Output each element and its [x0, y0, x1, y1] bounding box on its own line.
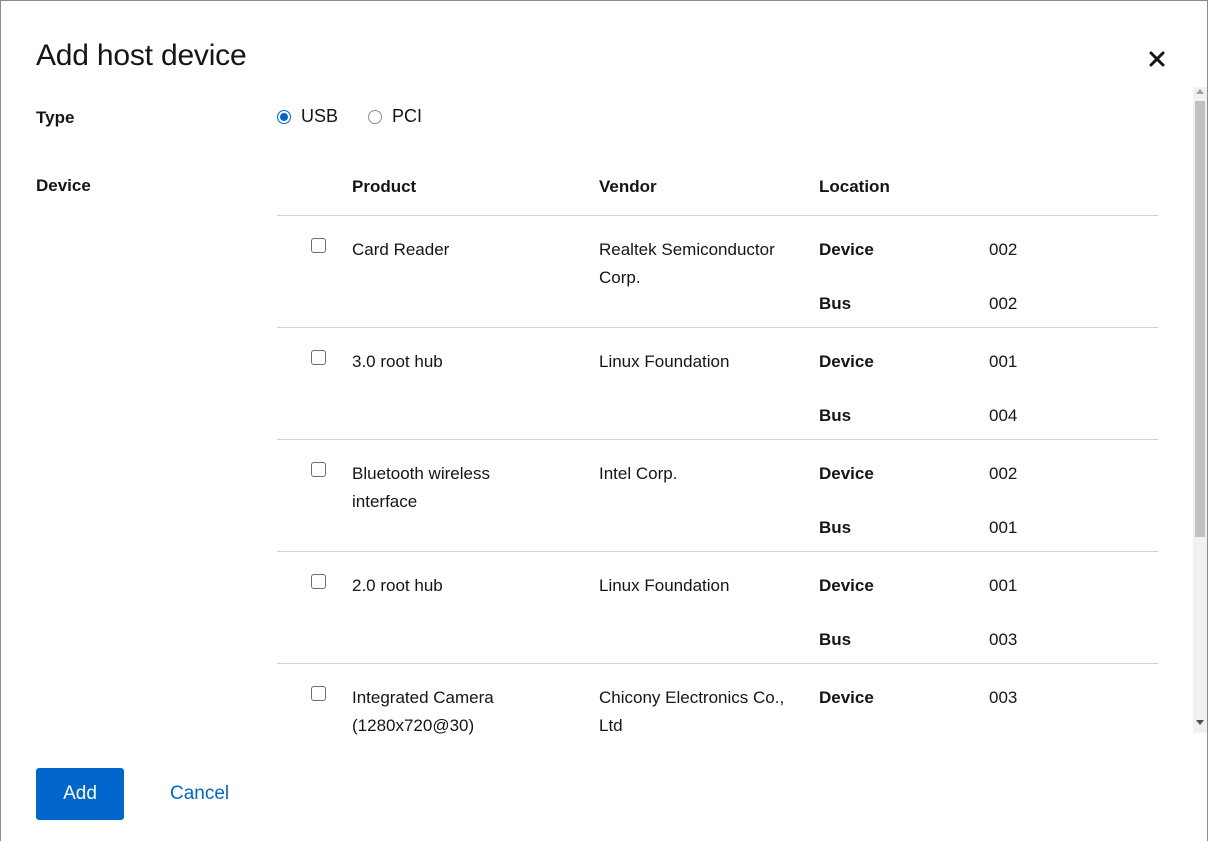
radio-usb[interactable]: USB: [277, 106, 338, 127]
location-device-value: 003: [989, 688, 1018, 707]
table-row: 3.0 root hub Linux Foundation Device 001…: [277, 328, 1158, 440]
vendor-cell: Linux Foundation: [599, 352, 730, 371]
row-checkbox[interactable]: [311, 574, 326, 589]
product-cell: Integrated Camera (1280x720@30): [352, 688, 494, 735]
location-device-value: 001: [989, 576, 1018, 595]
cancel-button[interactable]: Cancel: [151, 768, 248, 820]
modal-title: Add host device: [36, 39, 247, 72]
scroll-down-arrow-icon[interactable]: [1196, 720, 1204, 725]
column-header-location: Location: [819, 177, 890, 196]
location-bus-value: 002: [989, 294, 1018, 313]
location-bus-label: Bus: [819, 518, 852, 537]
add-host-device-modal: Add host device Type USB PCI Device Prod…: [0, 0, 1208, 841]
location-device-label: Device: [819, 240, 874, 259]
table-row: Card Reader Realtek Semiconductor Corp. …: [277, 216, 1158, 328]
product-cell: 2.0 root hub: [352, 576, 443, 595]
location-bus-label: Bus: [819, 294, 852, 313]
device-table: Product Vendor Location Card Reader Real…: [277, 172, 1158, 737]
column-header-product: Product: [352, 177, 417, 196]
vendor-cell: Realtek Semiconductor Corp.: [599, 240, 775, 287]
vendor-cell: Intel Corp.: [599, 464, 678, 483]
product-cell: 3.0 root hub: [352, 352, 443, 371]
row-checkbox[interactable]: [311, 350, 326, 365]
location-device-value: 002: [989, 240, 1018, 259]
table-row: 2.0 root hub Linux Foundation Device 001…: [277, 552, 1158, 664]
modal-footer: Add Cancel: [1, 737, 1208, 842]
location-device-label: Device: [819, 688, 874, 707]
radio-usb-label: USB: [301, 106, 339, 126]
table-row: Integrated Camera (1280x720@30) Chicony …: [277, 664, 1158, 737]
scroll-up-arrow-icon[interactable]: [1196, 89, 1204, 94]
column-header-vendor: Vendor: [599, 177, 657, 196]
location-device-label: Device: [819, 352, 874, 371]
location-device-value: 001: [989, 352, 1018, 371]
table-header: Product Vendor Location: [277, 172, 1158, 216]
radio-usb-indicator[interactable]: [277, 109, 291, 124]
location-bus-value: 001: [989, 518, 1018, 537]
location-device-label: Device: [819, 576, 874, 595]
location-bus-label: Bus: [819, 406, 852, 425]
row-checkbox[interactable]: [311, 462, 326, 477]
row-checkbox[interactable]: [311, 686, 326, 701]
radio-pci-label: PCI: [392, 106, 423, 126]
vendor-cell: Linux Foundation: [599, 576, 730, 595]
close-button[interactable]: [1143, 45, 1171, 73]
location-device-label: Device: [819, 464, 874, 483]
vertical-scrollbar[interactable]: [1193, 87, 1207, 733]
type-radio-group: USB PCI: [277, 106, 452, 127]
scrollbar-thumb[interactable]: [1195, 101, 1205, 537]
modal-body[interactable]: Type USB PCI Device Product Vendor Locat…: [1, 87, 1193, 737]
vendor-cell: Chicony Electronics Co., Ltd: [599, 688, 785, 735]
location-bus-value: 004: [989, 406, 1018, 425]
product-cell: Bluetooth wireless interface: [352, 464, 490, 511]
location-bus-value: 003: [989, 630, 1018, 649]
radio-pci-indicator[interactable]: [368, 109, 383, 124]
radio-pci[interactable]: PCI: [368, 106, 422, 127]
type-label: Type: [36, 108, 75, 127]
product-cell: Card Reader: [352, 240, 450, 259]
location-bus-label: Bus: [819, 630, 852, 649]
location-device-value: 002: [989, 464, 1018, 483]
row-checkbox[interactable]: [311, 238, 326, 253]
close-icon: [1149, 51, 1165, 67]
table-row: Bluetooth wireless interface Intel Corp.…: [277, 440, 1158, 552]
add-button[interactable]: Add: [36, 768, 124, 820]
device-label: Device: [36, 176, 91, 195]
